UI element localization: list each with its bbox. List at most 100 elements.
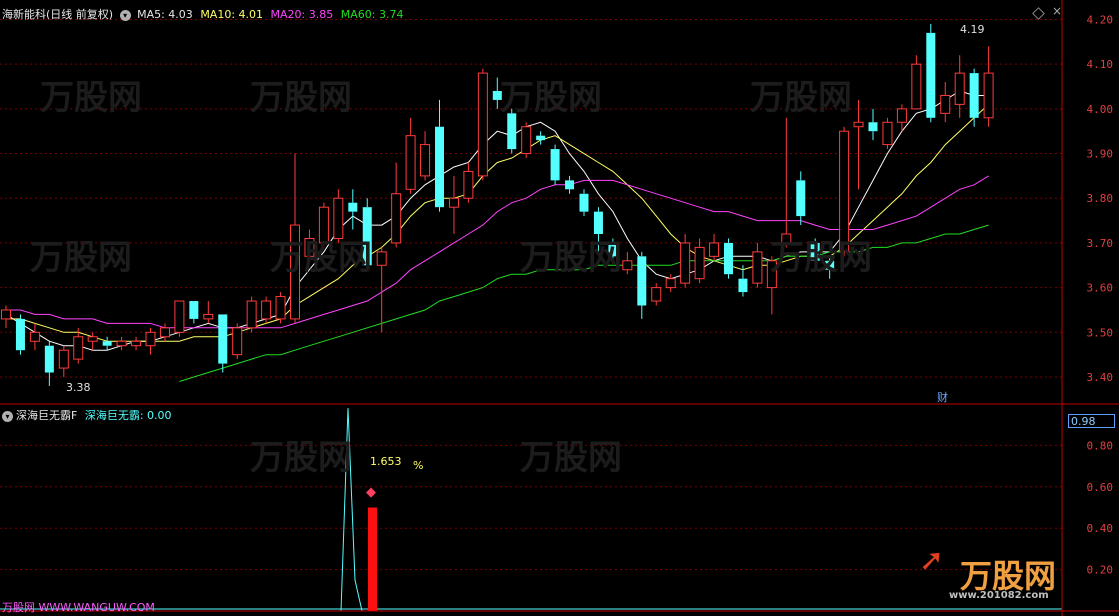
candle-body: [203, 313, 214, 320]
candle-body: [825, 260, 835, 270]
candle-body: [232, 327, 243, 356]
indicator-value: 深海巨无霸: 0.00: [84, 409, 172, 422]
candle-body: [940, 94, 951, 114]
candlestick: [29, 323, 40, 351]
price-tick-label: 3.70: [1087, 237, 1114, 250]
price-tick-label: 3.40: [1087, 371, 1114, 384]
indicator-bar: [368, 507, 377, 611]
indicator-tick-label: 0.60: [1087, 481, 1114, 494]
ma10-label: MA10: 4.01: [200, 8, 264, 21]
candle-body: [521, 126, 532, 155]
candlestick: [608, 238, 618, 261]
candle-body: [1, 309, 11, 320]
candlestick: [463, 162, 474, 203]
candle-body: [275, 296, 286, 320]
candlestick: [246, 296, 257, 333]
ma-line-ma60: [179, 224, 989, 382]
high-price-label: 4.19: [960, 23, 985, 36]
candlestick: [926, 23, 936, 123]
candlestick: [911, 55, 922, 110]
candle-body: [565, 180, 575, 190]
logo-url: www.201082.com: [949, 590, 1049, 601]
candle-body: [781, 233, 792, 244]
candlestick: [665, 274, 676, 293]
candlestick: [680, 233, 691, 288]
ma60-label: MA60: 3.74: [340, 8, 404, 21]
indicator-tick-label: 0.80: [1087, 439, 1114, 452]
candlestick: [102, 336, 112, 351]
candle-body: [839, 130, 850, 253]
candlestick: [839, 126, 850, 257]
candle-body: [116, 340, 127, 347]
candle-body: [333, 197, 344, 239]
candle-body: [593, 211, 603, 234]
candle-body: [131, 340, 142, 347]
indicator-header: ▾ 深海巨无霸F 深海巨无霸: 0.00: [2, 407, 172, 423]
candlestick: [44, 341, 54, 386]
diamond-gem-icon: ◆: [366, 485, 376, 500]
finance-badge[interactable]: 财: [937, 389, 948, 405]
candlestick: [651, 283, 662, 306]
candlestick: [145, 327, 156, 355]
candle-body: [896, 108, 907, 123]
candle-body: [246, 300, 257, 329]
candlestick: [203, 301, 214, 324]
brand-logo: ➚ 万股网 www.201082.com: [905, 543, 1065, 607]
candle-body: [665, 278, 676, 289]
ma20-label: MA20: 3.85: [270, 8, 334, 21]
price-tick-label: 4.20: [1087, 13, 1114, 26]
candle-body: [983, 72, 994, 119]
price-tick-label: 3.60: [1087, 282, 1114, 295]
candlestick: [868, 108, 878, 141]
candle-body: [810, 242, 820, 261]
candlestick: [853, 99, 864, 190]
candlestick: [131, 336, 142, 351]
price-tick-label: 4.10: [1087, 58, 1114, 71]
close-icon[interactable]: ×: [1052, 4, 1062, 18]
candlestick: [261, 296, 272, 324]
settings-icon[interactable]: ▾: [119, 10, 131, 21]
candle-body: [926, 32, 936, 118]
candle-body: [102, 341, 112, 346]
candlestick: [304, 229, 315, 261]
price-tick-label: 3.50: [1087, 326, 1114, 339]
price-tick-label: 4.00: [1087, 103, 1114, 116]
logo-arrow-icon: ➚: [919, 543, 945, 578]
candle-body: [290, 224, 300, 320]
candlestick: [781, 117, 792, 248]
site-link[interactable]: 万股网 WWW.WANGUW.COM: [2, 599, 155, 615]
candlestick: [940, 82, 951, 123]
candlestick: [738, 265, 748, 297]
candlestick: [15, 314, 25, 355]
candlestick: [189, 301, 199, 324]
candlestick: [391, 162, 402, 248]
candlestick: [593, 207, 603, 252]
ma5-label: MA5: 4.03: [137, 8, 193, 21]
candlestick: [810, 238, 820, 266]
candle-body: [463, 170, 474, 199]
candlestick: [159, 323, 170, 342]
candlestick: [1, 305, 11, 328]
stock-name[interactable]: 海新能科: [2, 8, 46, 21]
candlestick: [521, 122, 532, 159]
candlestick: [724, 238, 733, 279]
candle-body: [724, 242, 733, 275]
candle-body: [174, 300, 185, 333]
candlestick: [448, 175, 459, 234]
indicator-name[interactable]: 深海巨无霸F: [16, 409, 77, 422]
candle-body: [29, 331, 40, 342]
candle-body: [44, 345, 54, 373]
candle-body: [304, 237, 315, 257]
candlesticks: [1, 23, 994, 386]
candlestick: [565, 175, 575, 194]
price-tick-label: 3.90: [1087, 148, 1114, 161]
candlestick: [477, 68, 488, 181]
candle-body: [954, 72, 965, 105]
candle-body: [709, 242, 720, 257]
candlestick: [983, 46, 994, 127]
period-label[interactable]: (日线 前复权): [46, 8, 113, 21]
candlestick: [579, 189, 589, 217]
stock-chart[interactable]: 3.40 3.50 3.60 3.70 3.80 3.90 4.00 4.10 4.20 0.2…: [0, 0, 1119, 616]
indicator-settings-icon[interactable]: ▾: [2, 411, 13, 422]
candle-body: [189, 301, 199, 319]
